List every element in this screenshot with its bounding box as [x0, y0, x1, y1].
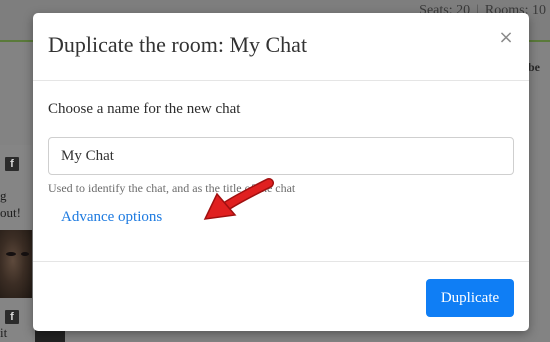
- background-dark-strip: [35, 330, 65, 342]
- facebook-icon: f: [5, 310, 19, 324]
- dialog-body: Choose a name for the new chat Used to i…: [33, 81, 529, 262]
- background-text-snippet: g: [0, 188, 7, 203]
- background-avatar-image: [0, 230, 32, 298]
- dialog-title: Duplicate the room: My Chat: [48, 32, 308, 57]
- chat-name-help-text: Used to identify the chat, and as the ti…: [48, 181, 296, 195]
- chat-name-label: Choose a name for the new chat: [48, 101, 241, 117]
- background-column-label: be: [528, 60, 540, 74]
- duplicate-room-dialog: Duplicate the room: My Chat × Choose a n…: [33, 13, 529, 331]
- advance-options-link[interactable]: Advance options: [61, 209, 162, 226]
- background-text-snippet: out!: [0, 205, 21, 220]
- dialog-header: Duplicate the room: My Chat ×: [33, 13, 529, 81]
- dialog-footer: Duplicate: [33, 262, 529, 331]
- chat-name-input[interactable]: [48, 137, 514, 175]
- background-text-snippet: it: [0, 325, 8, 340]
- close-icon[interactable]: ×: [497, 28, 515, 48]
- duplicate-button[interactable]: Duplicate: [426, 279, 514, 317]
- facebook-icon: f: [5, 157, 19, 171]
